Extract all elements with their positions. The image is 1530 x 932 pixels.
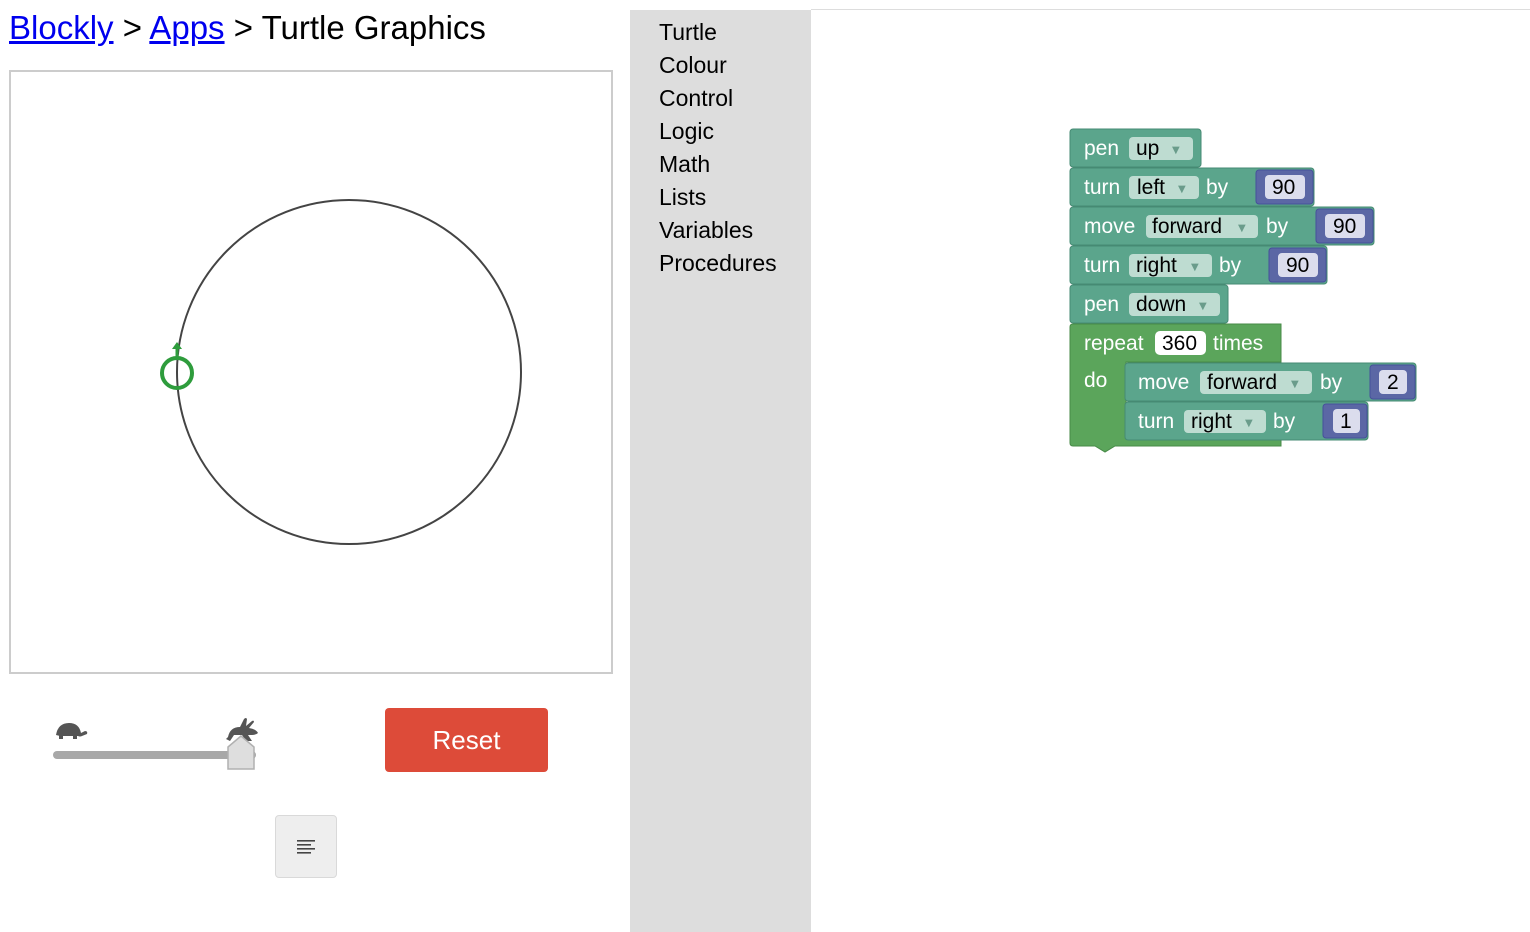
svg-text:▼: ▼ — [1245, 418, 1253, 429]
number-value[interactable]: 90 — [1333, 215, 1356, 238]
svg-text:▼: ▼ — [1199, 301, 1207, 312]
svg-text:▼: ▼ — [1191, 262, 1199, 273]
block-label-by: by — [1273, 410, 1296, 433]
block-inner-move-forward[interactable]: move forward ▼ by 2 — [1124, 362, 1417, 402]
svg-text:▼: ▼ — [1178, 184, 1186, 195]
block-keyword: repeat — [1084, 332, 1144, 355]
dropdown-value[interactable]: left — [1137, 176, 1165, 199]
svg-text:▼: ▼ — [1291, 379, 1299, 390]
dropdown-value[interactable]: down — [1136, 293, 1186, 316]
block-label-by: by — [1219, 254, 1242, 277]
dropdown-value[interactable]: right — [1191, 410, 1232, 433]
number-value[interactable]: 90 — [1286, 254, 1309, 277]
block-turn-left[interactable]: turn left ▼ by 90 — [1069, 167, 1315, 207]
block-label-do: do — [1084, 369, 1107, 392]
svg-text:▼: ▼ — [1172, 145, 1180, 156]
block-keyword: turn — [1084, 176, 1120, 199]
block-keyword: move — [1084, 215, 1135, 238]
number-value[interactable]: 2 — [1387, 371, 1399, 394]
block-keyword: pen — [1084, 137, 1119, 160]
dropdown-value[interactable]: up — [1136, 137, 1159, 160]
block-label-by: by — [1206, 176, 1229, 199]
number-value[interactable]: 90 — [1272, 176, 1295, 199]
repeat-count[interactable]: 360 — [1162, 332, 1197, 355]
blocks-workspace: pen up ▼ turn left ▼ by 90 move forward … — [1069, 128, 1417, 453]
block-label-by: by — [1320, 371, 1343, 394]
block-label-by: by — [1266, 215, 1289, 238]
block-pen-up[interactable]: pen up ▼ — [1069, 128, 1202, 168]
block-move-forward[interactable]: move forward ▼ by 90 — [1069, 206, 1375, 246]
block-keyword: turn — [1138, 410, 1174, 433]
block-keyword: move — [1138, 371, 1189, 394]
dropdown-value[interactable]: right — [1136, 254, 1177, 277]
number-value[interactable]: 1 — [1340, 410, 1352, 433]
dropdown-value[interactable]: forward — [1207, 371, 1277, 394]
block-pen-down[interactable]: pen down ▼ — [1069, 284, 1229, 324]
block-turn-right[interactable]: turn right ▼ by 90 — [1069, 245, 1328, 285]
svg-text:▼: ▼ — [1238, 223, 1246, 234]
block-label-times: times — [1213, 332, 1263, 355]
block-keyword: turn — [1084, 254, 1120, 277]
dropdown-value[interactable]: forward — [1152, 215, 1222, 238]
block-inner-turn-right[interactable]: turn right ▼ by 1 — [1124, 401, 1369, 441]
block-keyword: pen — [1084, 293, 1119, 316]
